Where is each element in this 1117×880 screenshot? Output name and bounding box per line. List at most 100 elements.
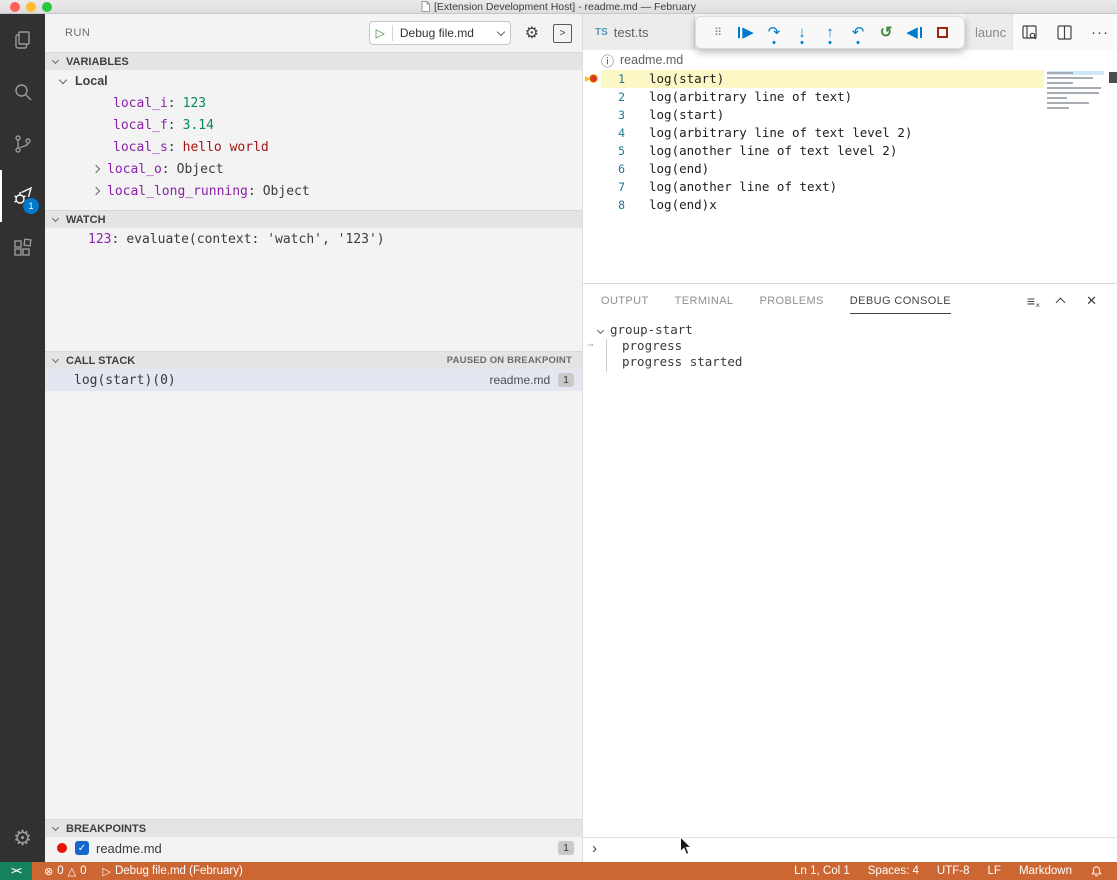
- remote-indicator[interactable]: ><: [0, 862, 32, 880]
- chevron-right-icon: [92, 165, 100, 173]
- source-control-icon[interactable]: [0, 118, 45, 170]
- split-editor-icon[interactable]: [1056, 24, 1073, 41]
- settings-gear-icon[interactable]: ⚙: [0, 814, 45, 862]
- more-actions-icon[interactable]: ···: [1091, 24, 1109, 41]
- console-row: progress started: [583, 354, 1117, 370]
- stop-button[interactable]: [930, 18, 954, 48]
- variable-row[interactable]: local_o:Object: [45, 158, 582, 180]
- stack-frame-file: readme.md: [489, 373, 550, 387]
- code-line[interactable]: 4log(arbitrary line of text level 2): [583, 124, 1117, 142]
- step-into-button[interactable]: ↓: [790, 18, 814, 48]
- start-debugging-icon[interactable]: ▷: [376, 26, 385, 40]
- search-icon[interactable]: [0, 66, 45, 118]
- code-line[interactable]: 5log(another line of text level 2): [583, 142, 1117, 160]
- glyph-margin[interactable]: [583, 124, 601, 142]
- glyph-margin[interactable]: [583, 142, 601, 160]
- tab-label: test.ts: [614, 25, 649, 40]
- console-group-row[interactable]: group-start: [583, 322, 1117, 338]
- code-area: 1 log(start) 2log(arbitrary line of text…: [583, 70, 1117, 283]
- variable-row[interactable]: local_f:3.14: [45, 114, 582, 136]
- restart-button[interactable]: ↺: [874, 18, 898, 48]
- code-line[interactable]: 3log(start): [583, 106, 1117, 124]
- breakpoint-row[interactable]: ✓ readme.md 1: [45, 837, 582, 859]
- glyph-margin[interactable]: [583, 88, 601, 106]
- encoding-setting[interactable]: UTF-8: [937, 865, 970, 877]
- breadcrumb[interactable]: ⓘ readme.md: [583, 50, 1117, 70]
- editor-actions: ···: [1021, 14, 1109, 50]
- variables-header-label: VARIABLES: [66, 56, 129, 68]
- explorer-icon[interactable]: [0, 14, 45, 66]
- line-number: 4: [601, 124, 625, 142]
- glyph-margin[interactable]: [583, 178, 601, 196]
- glyph-margin[interactable]: [583, 196, 601, 214]
- code-text: log(end): [625, 160, 709, 178]
- notifications-bell-icon[interactable]: [1090, 865, 1103, 878]
- code-line[interactable]: 6log(end): [583, 160, 1117, 178]
- launch-config-dropdown[interactable]: ▷ Debug file.md: [369, 21, 511, 45]
- variable-row[interactable]: local_s:hello world: [45, 136, 582, 158]
- breakpoints-header-label: BREAKPOINTS: [66, 823, 146, 835]
- watch-expression-row[interactable]: 123:evaluate(context: 'watch', '123'): [45, 228, 582, 250]
- continue-button[interactable]: ▶: [734, 18, 758, 48]
- code-line[interactable]: 2log(arbitrary line of text): [583, 88, 1117, 106]
- clear-console-icon[interactable]: ≡×: [1027, 293, 1035, 309]
- code-line-current[interactable]: 1 log(start): [583, 70, 1117, 88]
- code-text: log(another line of text): [625, 178, 837, 196]
- glyph-margin[interactable]: [583, 160, 601, 178]
- code-line[interactable]: 8log(end)x: [583, 196, 1117, 214]
- run-icon: ▷: [103, 865, 111, 878]
- open-debug-console-icon[interactable]: >: [553, 24, 572, 43]
- breakpoints-section-header[interactable]: BREAKPOINTS: [45, 819, 582, 837]
- problems-status[interactable]: ⊗ 0 △ 0: [44, 865, 87, 878]
- open-preview-icon[interactable]: [1021, 24, 1038, 41]
- glyph-margin[interactable]: [583, 106, 601, 124]
- maximize-panel-icon[interactable]: [1056, 298, 1066, 308]
- debug-count-badge: 1: [23, 198, 39, 214]
- cursor-position[interactable]: Ln 1, Col 1: [794, 865, 850, 877]
- step-over-button[interactable]: ↷: [762, 18, 786, 48]
- variable-row[interactable]: local_long_running:Object: [45, 180, 582, 202]
- line-number: 5: [601, 142, 625, 160]
- stack-frame-row[interactable]: log(start)(0) readme.md 1: [45, 369, 582, 391]
- eol-setting[interactable]: LF: [988, 865, 1001, 877]
- step-back-button[interactable]: ↶: [846, 18, 870, 48]
- tab-debug-console[interactable]: DEBUG CONSOLE: [850, 295, 951, 314]
- tab-output[interactable]: OUTPUT: [601, 295, 649, 307]
- scope-local-row[interactable]: Local: [45, 70, 582, 92]
- variable-row[interactable]: local_i:123: [45, 92, 582, 114]
- variables-section-header[interactable]: VARIABLES: [45, 52, 582, 70]
- code-line[interactable]: 7log(another line of text): [583, 178, 1117, 196]
- toolbar-drag-handle[interactable]: ⠿: [706, 18, 730, 48]
- minimap[interactable]: [1045, 70, 1106, 220]
- extensions-icon[interactable]: [0, 222, 45, 274]
- console-text: group-start: [610, 322, 693, 338]
- indentation-setting[interactable]: Spaces: 4: [868, 865, 919, 877]
- tab-test-ts[interactable]: TS test.ts: [583, 14, 695, 50]
- mouse-cursor: [679, 836, 692, 859]
- watch-section-header[interactable]: WATCH: [45, 210, 582, 228]
- debug-session-label: Debug file.md (February): [115, 865, 243, 877]
- debug-console-input[interactable]: ›: [583, 837, 1117, 858]
- line-number: 7: [601, 178, 625, 196]
- editor-scrollbar-thumb[interactable]: [1109, 72, 1117, 83]
- tab-launch-json[interactable]: launc: [965, 14, 1013, 50]
- close-panel-icon[interactable]: ✕: [1086, 293, 1097, 309]
- debug-session-status[interactable]: ▷ Debug file.md (February): [103, 865, 243, 878]
- configure-launch-gear-icon[interactable]: ⚙: [525, 23, 539, 43]
- errors-icon: ⊗: [44, 865, 53, 878]
- line-number: 6: [601, 160, 625, 178]
- reverse-continue-button[interactable]: ◀: [902, 18, 926, 48]
- breakpoint-enabled-checkbox[interactable]: ✓: [75, 841, 89, 855]
- glyph-margin[interactable]: [583, 70, 601, 88]
- breakpoint-dot-icon: [57, 843, 67, 853]
- line-number: 3: [601, 106, 625, 124]
- call-stack-section-header[interactable]: CALL STACK PAUSED ON BREAKPOINT: [45, 351, 582, 369]
- step-out-button[interactable]: ↑: [818, 18, 842, 48]
- run-and-debug-icon[interactable]: 1: [0, 170, 45, 222]
- code-text: log(arbitrary line of text level 2): [625, 124, 912, 142]
- watch-header-label: WATCH: [66, 214, 106, 226]
- tab-terminal[interactable]: TERMINAL: [675, 295, 734, 307]
- tab-problems[interactable]: PROBLEMS: [759, 295, 823, 307]
- language-mode[interactable]: Markdown: [1019, 865, 1072, 877]
- launch-config-label: Debug file.md: [400, 26, 498, 40]
